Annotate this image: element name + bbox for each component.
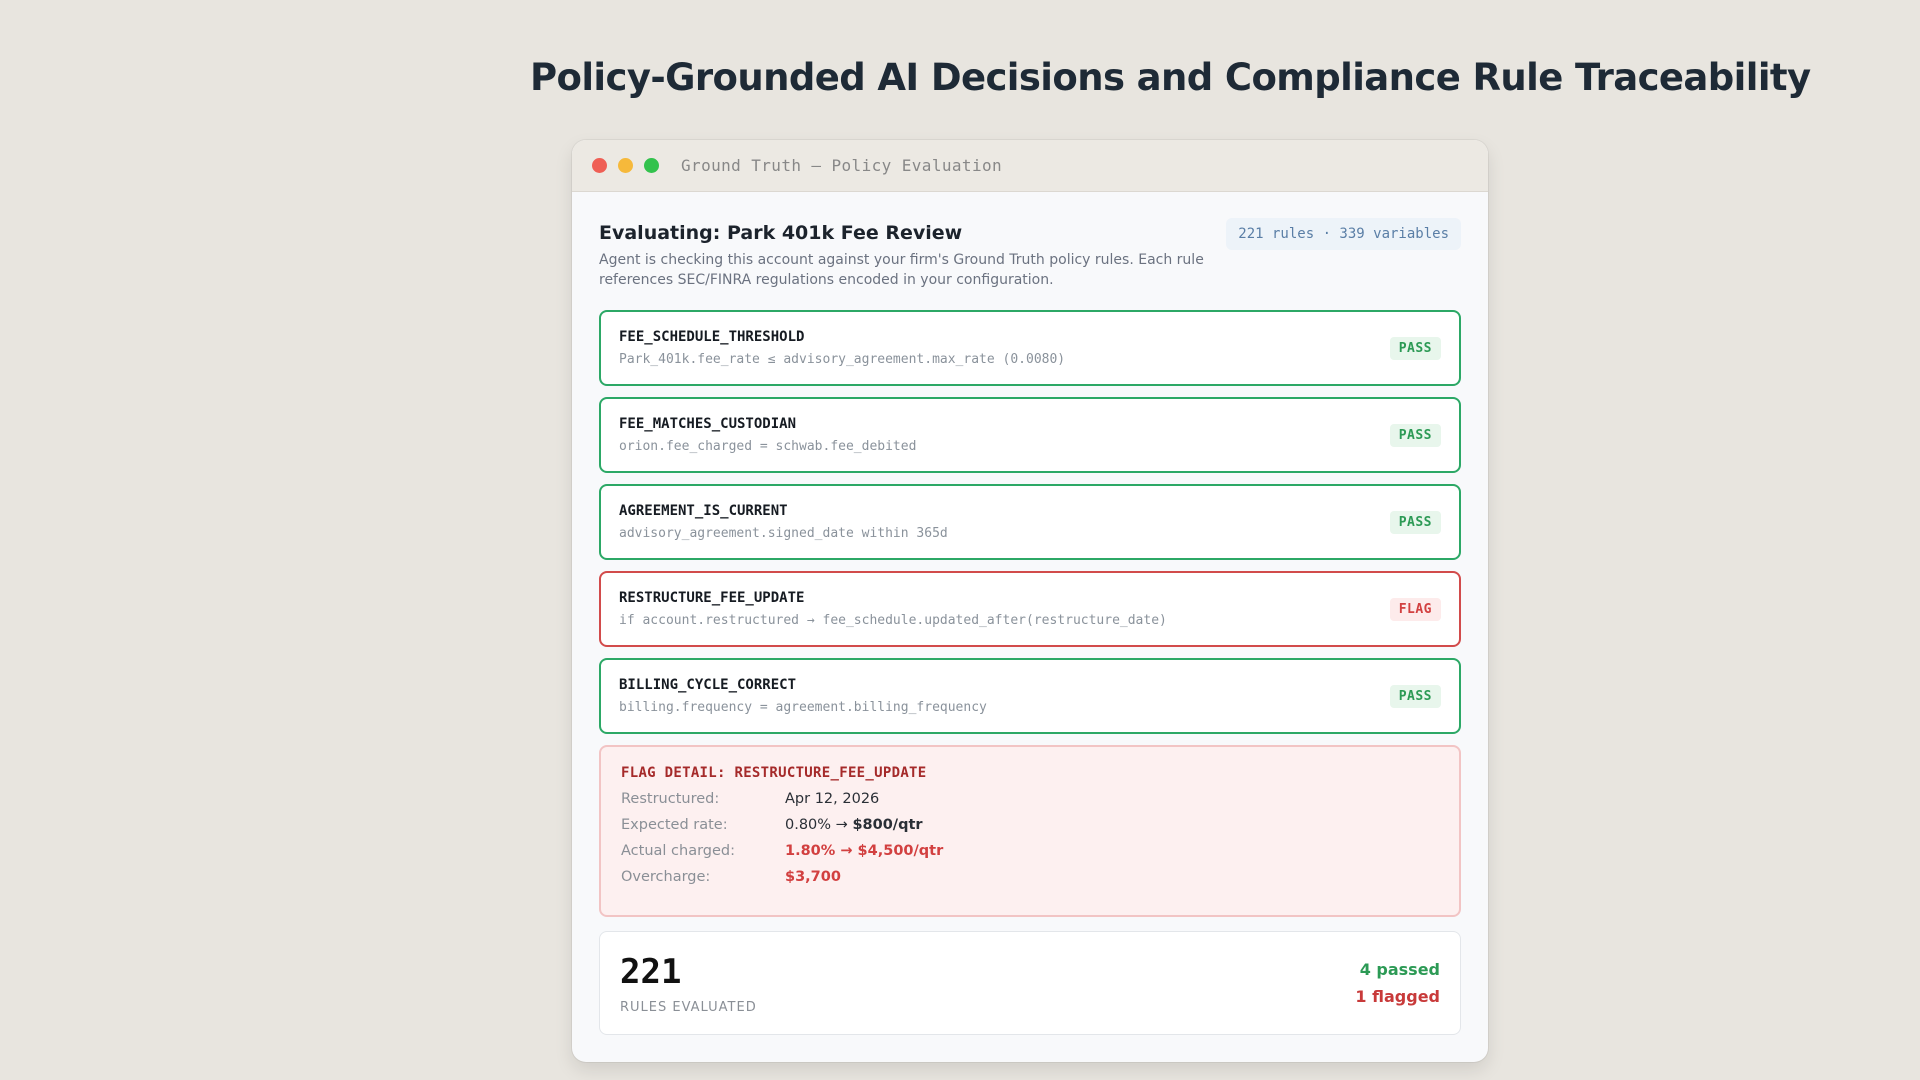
detail-row-actual: Actual charged: 1.80% → $4,500/qtr: [621, 843, 1439, 859]
flag-detail-title: FLAG DETAIL: RESTRUCTURE_FEE_UPDATE: [621, 765, 927, 781]
rule-name: FEE_MATCHES_CUSTODIAN: [619, 416, 797, 432]
rules-stats-badge: 221 rules · 339 variables: [1226, 218, 1461, 250]
app-window: Ground Truth — Policy Evaluation Evaluat…: [572, 140, 1488, 1062]
evaluation-header: Evaluating: Park 401k Fee Review 221 rul…: [599, 218, 1461, 250]
detail-label: Restructured:: [621, 791, 720, 807]
restructured-date: Apr 12, 2026: [785, 791, 880, 807]
flag-detail-panel: FLAG DETAIL: RESTRUCTURE_FEE_UPDATE Rest…: [599, 745, 1461, 917]
rule-expression: billing.frequency = agreement.billing_fr…: [619, 700, 987, 715]
rule-expression: Park_401k.fee_rate ≤ advisory_agreement.…: [619, 352, 1066, 367]
expected-rate-value: 0.80% → $800/qtr: [785, 817, 923, 833]
maximize-window-button[interactable]: [644, 158, 659, 173]
detail-label: Overcharge:: [621, 869, 711, 885]
close-window-button[interactable]: [592, 158, 607, 173]
rule-card-flagged[interactable]: RESTRUCTURE_FEE_UPDATE if account.restru…: [599, 571, 1461, 647]
rule-expression: if account.restructured → fee_schedule.u…: [619, 613, 1167, 628]
rule-name: FEE_SCHEDULE_THRESHOLD: [619, 329, 805, 345]
page-title: Policy-Grounded AI Decisions and Complia…: [530, 56, 1811, 99]
rule-name: BILLING_CYCLE_CORRECT: [619, 677, 797, 693]
expected-rate: 0.80% →: [785, 817, 848, 833]
status-badge: PASS: [1389, 510, 1441, 534]
rules-evaluated-label: RULES EVALUATED: [620, 1000, 757, 1015]
rule-expression: advisory_agreement.signed_date within 36…: [619, 526, 948, 541]
status-badge: PASS: [1389, 423, 1441, 447]
window-title: Ground Truth — Policy Evaluation: [681, 156, 1003, 175]
passed-count: 4 passed: [1359, 960, 1440, 979]
rule-card[interactable]: BILLING_CYCLE_CORRECT billing.frequency …: [599, 658, 1461, 734]
rule-card[interactable]: FEE_MATCHES_CUSTODIAN orion.fee_charged …: [599, 397, 1461, 473]
minimize-window-button[interactable]: [618, 158, 633, 173]
status-badge: FLAG: [1389, 597, 1441, 621]
actual-charged-value: 1.80% → $4,500/qtr: [785, 843, 944, 859]
status-badge: PASS: [1389, 336, 1441, 360]
evaluation-description: Agent is checking this account against y…: [599, 252, 1204, 288]
rules-evaluated-count: 221: [620, 952, 682, 992]
rule-card[interactable]: AGREEMENT_IS_CURRENT advisory_agreement.…: [599, 484, 1461, 560]
rule-card[interactable]: FEE_SCHEDULE_THRESHOLD Park_401k.fee_rat…: [599, 310, 1461, 386]
summary-card: 221 RULES EVALUATED 4 passed 1 flagged: [599, 931, 1461, 1035]
flagged-count: 1 flagged: [1355, 987, 1440, 1006]
evaluation-title: Evaluating: Park 401k Fee Review: [599, 222, 963, 244]
evaluation-panel: Evaluating: Park 401k Fee Review 221 rul…: [572, 192, 1488, 1035]
rule-name: RESTRUCTURE_FEE_UPDATE: [619, 590, 805, 606]
detail-row-expected: Expected rate: 0.80% → $800/qtr: [621, 817, 1439, 833]
window-titlebar: Ground Truth — Policy Evaluation: [572, 140, 1488, 192]
detail-label: Actual charged:: [621, 843, 736, 859]
detail-row-restructured: Restructured: Apr 12, 2026: [621, 791, 1439, 807]
overcharge-value: $3,700: [785, 869, 841, 885]
detail-row-overcharge: Overcharge: $3,700: [621, 869, 1439, 885]
status-badge: PASS: [1389, 684, 1441, 708]
rule-expression: orion.fee_charged = schwab.fee_debited: [619, 439, 917, 454]
rule-list: FEE_SCHEDULE_THRESHOLD Park_401k.fee_rat…: [599, 310, 1461, 734]
rule-name: AGREEMENT_IS_CURRENT: [619, 503, 788, 519]
detail-label: Expected rate:: [621, 817, 728, 833]
expected-amount: $800/qtr: [852, 817, 923, 833]
